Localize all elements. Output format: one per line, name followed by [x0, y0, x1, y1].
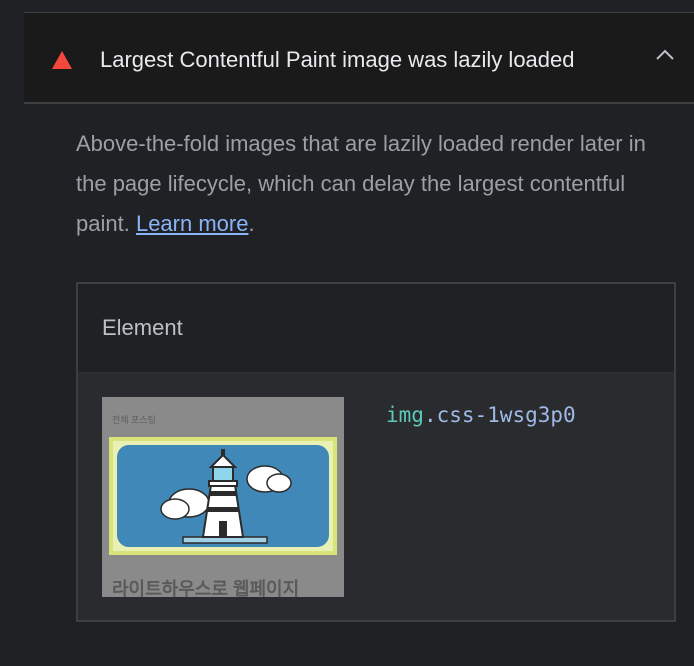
- audit-title: Largest Contentful Paint image was lazil…: [100, 47, 575, 72]
- thumbnail-small-label: 전체 포스팅: [112, 415, 156, 425]
- description-trailing: .: [248, 211, 255, 236]
- lighthouse-illustration: [117, 445, 329, 547]
- audit-description: Above-the-fold images that are lazily lo…: [76, 124, 666, 244]
- column-header-element: Element: [102, 315, 183, 340]
- lcp-element-highlight: [109, 437, 337, 555]
- table-row: 전체 포스팅 라이트하우스로 웹페이지 img.css-1wsg3p0: [78, 373, 674, 620]
- fail-triangle-icon: [52, 51, 72, 69]
- learn-more-link[interactable]: Learn more: [136, 211, 249, 236]
- thumbnail-caption: 라이트하우스로 웹페이지: [112, 579, 300, 597]
- previous-audit-edge: [24, 0, 694, 13]
- lighthouse-icon: [160, 449, 292, 544]
- audit-header[interactable]: Largest Contentful Paint image was lazil…: [24, 13, 694, 104]
- element-screenshot-thumbnail[interactable]: 전체 포스팅 라이트하우스로 웹페이지: [102, 397, 344, 597]
- table-header: Element: [78, 284, 674, 373]
- selector-class: .css-1wsg3p0: [423, 403, 576, 427]
- selector-tag: img: [386, 403, 424, 427]
- node-selector[interactable]: img.css-1wsg3p0: [386, 403, 576, 427]
- chevron-up-icon[interactable]: [656, 49, 674, 63]
- details-table: Element 전체 포스팅 라이트하우스로 웹페이지 img.css-1wsg…: [76, 282, 676, 622]
